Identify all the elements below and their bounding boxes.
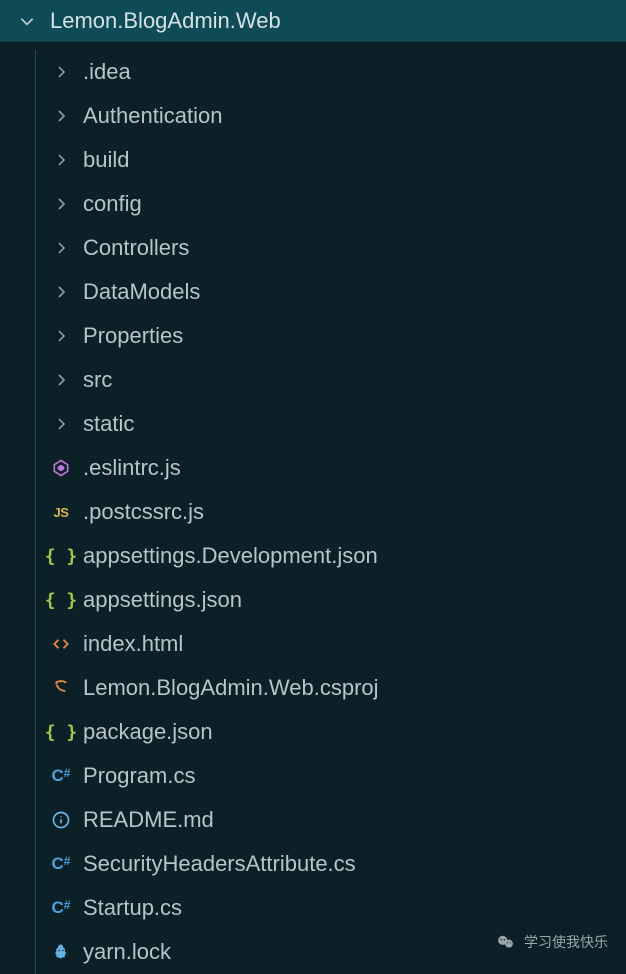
chevron-right-icon <box>49 192 73 216</box>
file-item[interactable]: { } appsettings.Development.json <box>0 534 626 578</box>
item-label: appsettings.Development.json <box>83 543 378 569</box>
json-icon: { } <box>49 720 73 744</box>
item-label: index.html <box>83 631 183 657</box>
folder-item[interactable]: DataModels <box>0 270 626 314</box>
project-root-header[interactable]: Lemon.BlogAdmin.Web <box>0 0 626 42</box>
chevron-right-icon <box>49 412 73 436</box>
csharp-icon: C# <box>49 852 73 876</box>
item-label: config <box>83 191 142 217</box>
html-icon <box>49 632 73 656</box>
file-item[interactable]: README.md <box>0 798 626 842</box>
info-icon <box>49 808 73 832</box>
file-item[interactable]: C# Program.cs <box>0 754 626 798</box>
folder-item[interactable]: Properties <box>0 314 626 358</box>
item-label: SecurityHeadersAttribute.cs <box>83 851 356 877</box>
chevron-right-icon <box>49 60 73 84</box>
chevron-right-icon <box>49 280 73 304</box>
item-label: Program.cs <box>83 763 195 789</box>
wechat-icon <box>496 932 516 952</box>
item-label: appsettings.json <box>83 587 242 613</box>
folder-item[interactable]: static <box>0 402 626 446</box>
chevron-down-icon <box>18 12 36 30</box>
file-item[interactable]: { } appsettings.json <box>0 578 626 622</box>
chevron-right-icon <box>49 104 73 128</box>
chevron-right-icon <box>49 368 73 392</box>
item-label: static <box>83 411 134 437</box>
folder-item[interactable]: Controllers <box>0 226 626 270</box>
item-label: README.md <box>83 807 214 833</box>
item-label: package.json <box>83 719 213 745</box>
folder-item[interactable]: Authentication <box>0 94 626 138</box>
item-label: Controllers <box>83 235 189 261</box>
file-item[interactable]: .eslintrc.js <box>0 446 626 490</box>
json-icon: { } <box>49 588 73 612</box>
file-item[interactable]: JS .postcssrc.js <box>0 490 626 534</box>
item-label: .idea <box>83 59 131 85</box>
folder-item[interactable]: src <box>0 358 626 402</box>
watermark: 学习使我快乐 <box>496 932 608 952</box>
csharp-icon: C# <box>49 896 73 920</box>
file-item[interactable]: { } package.json <box>0 710 626 754</box>
file-item[interactable]: Lemon.BlogAdmin.Web.csproj <box>0 666 626 710</box>
project-root-label: Lemon.BlogAdmin.Web <box>50 8 281 34</box>
file-item[interactable]: C# Startup.cs <box>0 886 626 930</box>
file-tree: .idea Authentication build config Controller… <box>0 42 626 974</box>
item-label: Lemon.BlogAdmin.Web.csproj <box>83 675 379 701</box>
item-label: Properties <box>83 323 183 349</box>
folder-item[interactable]: .idea <box>0 50 626 94</box>
item-label: build <box>83 147 129 173</box>
item-label: DataModels <box>83 279 200 305</box>
chevron-right-icon <box>49 324 73 348</box>
item-label: .eslintrc.js <box>83 455 181 481</box>
folder-item[interactable]: config <box>0 182 626 226</box>
csharp-icon: C# <box>49 764 73 788</box>
csproj-icon <box>49 676 73 700</box>
file-item[interactable]: C# SecurityHeadersAttribute.cs <box>0 842 626 886</box>
file-item[interactable]: index.html <box>0 622 626 666</box>
eslint-icon <box>49 456 73 480</box>
folder-item[interactable]: build <box>0 138 626 182</box>
item-label: Authentication <box>83 103 222 129</box>
chevron-right-icon <box>49 148 73 172</box>
item-label: yarn.lock <box>83 939 171 965</box>
json-icon: { } <box>49 544 73 568</box>
item-label: Startup.cs <box>83 895 182 921</box>
watermark-text: 学习使我快乐 <box>524 932 608 952</box>
yarn-icon <box>49 940 73 964</box>
js-icon: JS <box>49 500 73 524</box>
item-label: .postcssrc.js <box>83 499 204 525</box>
item-label: src <box>83 367 112 393</box>
chevron-right-icon <box>49 236 73 260</box>
